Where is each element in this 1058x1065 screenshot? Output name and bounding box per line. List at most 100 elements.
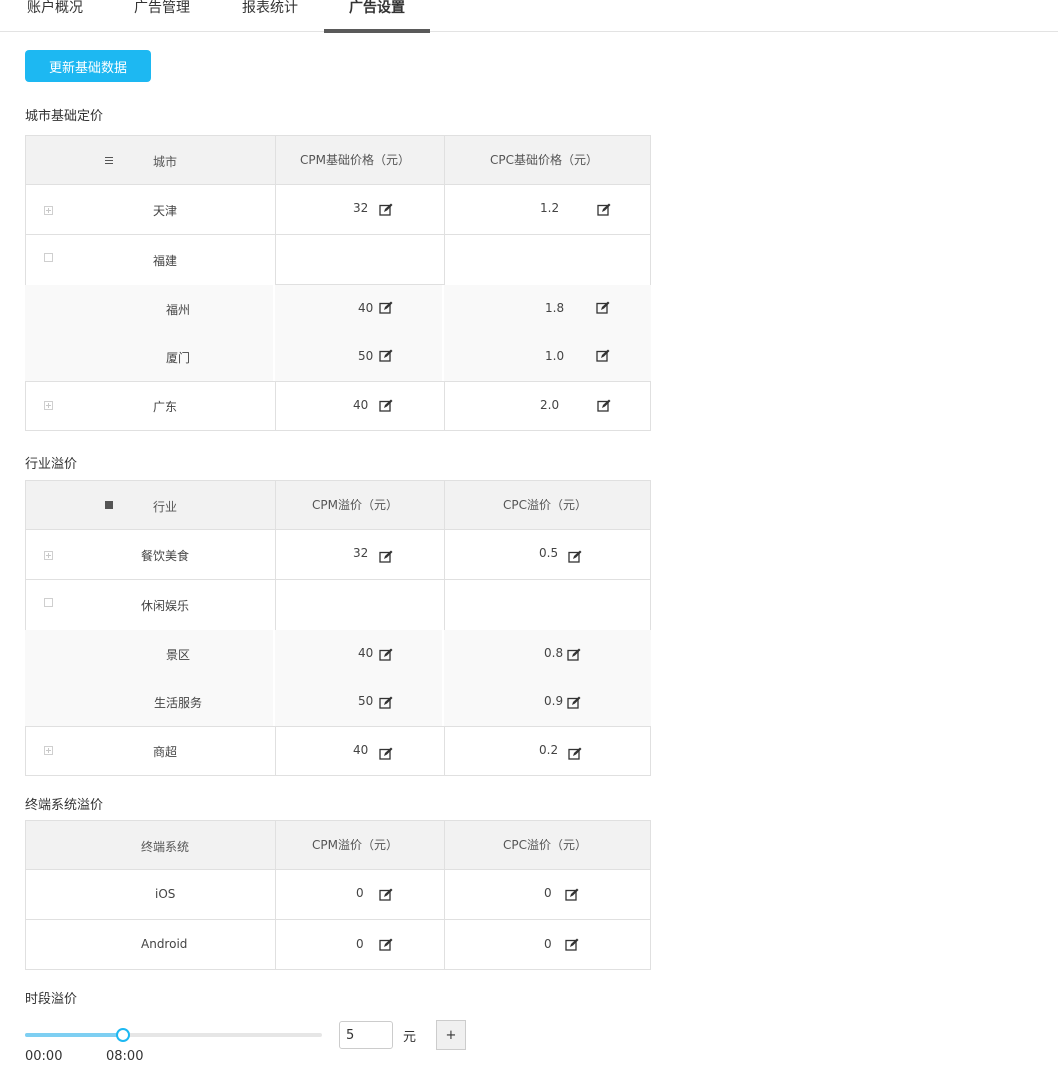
- table-row: 景区 40 0.8: [25, 630, 651, 678]
- list-icon[interactable]: [105, 157, 113, 164]
- table-row: 福州 40 1.8: [25, 285, 651, 333]
- header-cpc: CPC溢价（元）: [503, 498, 587, 512]
- edit-icon[interactable]: [379, 938, 393, 951]
- cpc-value: 0.5: [539, 546, 559, 560]
- edit-icon[interactable]: [379, 550, 393, 563]
- header-cpm: CPM溢价（元）: [312, 838, 398, 852]
- table-row: 休闲娱乐: [25, 580, 651, 630]
- row-name: 福建: [153, 254, 178, 268]
- edit-icon[interactable]: [379, 648, 393, 661]
- edit-icon[interactable]: [596, 301, 610, 314]
- row-name: 厦门: [166, 351, 191, 365]
- city-table: 城市 CPM基础价格（元） CPC基础价格（元） 天津 32 1.2 福建 福州…: [25, 135, 651, 431]
- table-row: 生活服务 50 0.9: [25, 678, 651, 726]
- header-cpm: CPM溢价（元）: [312, 498, 398, 512]
- expand-icon[interactable]: [44, 401, 53, 410]
- os-section-title: 终端系统溢价: [25, 798, 104, 813]
- cpc-value: 0.8: [544, 646, 564, 660]
- table-header: 城市 CPM基础价格（元） CPC基础价格（元）: [25, 135, 651, 185]
- cpm-value: 0: [356, 937, 364, 951]
- table-row: 天津 32 1.2: [25, 185, 651, 235]
- cpm-value: 32: [353, 546, 369, 560]
- table-header: 终端系统 CPM溢价（元） CPC溢价（元）: [25, 820, 651, 870]
- add-button[interactable]: +: [436, 1020, 466, 1050]
- time-section-title: 时段溢价: [25, 992, 78, 1007]
- cpm-value: 32: [353, 201, 369, 215]
- industry-section-title: 行业溢价: [25, 457, 78, 472]
- header-cpc: CPC基础价格（元）: [490, 153, 598, 167]
- row-name: 生活服务: [154, 696, 203, 710]
- header-cpm: CPM基础价格（元）: [300, 153, 410, 167]
- time-premium-input[interactable]: [339, 1021, 393, 1049]
- edit-icon[interactable]: [379, 888, 393, 901]
- table-row: 厦门 50 1.0: [25, 333, 651, 381]
- cpc-value: 1.0: [545, 349, 565, 363]
- edit-icon[interactable]: [597, 399, 611, 412]
- cpc-value: 0: [544, 937, 552, 951]
- table-row: 广东 40 2.0: [25, 381, 651, 431]
- cpm-value: 50: [358, 694, 374, 708]
- cpm-value: 40: [358, 301, 374, 315]
- table-row: 商超 40 0.2: [25, 726, 651, 776]
- header-city: 城市: [153, 155, 178, 169]
- collapse-icon[interactable]: [44, 598, 53, 607]
- cpm-value: 40: [353, 743, 369, 757]
- cpc-value: 0.2: [539, 743, 559, 757]
- edit-icon[interactable]: [379, 203, 393, 216]
- edit-icon[interactable]: [565, 888, 579, 901]
- row-name: 天津: [153, 204, 178, 218]
- cpc-value: 0.9: [544, 694, 564, 708]
- edit-icon[interactable]: [379, 301, 393, 314]
- cpm-value: 0: [356, 886, 364, 900]
- edit-icon[interactable]: [379, 747, 393, 760]
- cpm-value: 50: [358, 349, 374, 363]
- edit-icon[interactable]: [597, 203, 611, 216]
- header-cpc: CPC溢价（元）: [503, 838, 587, 852]
- edit-icon[interactable]: [379, 349, 393, 362]
- collapse-icon[interactable]: [44, 253, 53, 262]
- time-slider[interactable]: [25, 1028, 322, 1042]
- row-name: 福州: [166, 303, 191, 317]
- table-row: 餐饮美食 32 0.5: [25, 530, 651, 580]
- cpc-value: 0: [544, 886, 552, 900]
- industry-table: 行业 CPM溢价（元） CPC溢价（元） 餐饮美食 32 0.5 休闲娱乐 景区…: [25, 480, 651, 776]
- tab-bar: 账户概况 广告管理 报表统计 广告设置: [0, 0, 1058, 33]
- update-base-data-button[interactable]: 更新基础数据: [25, 50, 151, 82]
- expand-icon[interactable]: [44, 746, 53, 755]
- table-row: Android 0 0: [25, 920, 651, 970]
- tab-reports[interactable]: 报表统计: [240, 0, 300, 32]
- time-end-label: 08:00: [106, 1049, 144, 1064]
- cpm-value: 40: [353, 398, 369, 412]
- table-header: 行业 CPM溢价（元） CPC溢价（元）: [25, 480, 651, 530]
- select-all-icon[interactable]: [105, 501, 113, 509]
- edit-icon[interactable]: [568, 550, 582, 563]
- expand-icon[interactable]: [44, 206, 53, 215]
- edit-icon[interactable]: [568, 747, 582, 760]
- edit-icon[interactable]: [567, 696, 581, 709]
- cpc-value: 2.0: [540, 398, 560, 412]
- os-table: 终端系统 CPM溢价（元） CPC溢价（元） iOS 0 0 Android 0…: [25, 820, 651, 970]
- header-os: 终端系统: [141, 840, 190, 854]
- tab-account-overview[interactable]: 账户概况: [25, 0, 85, 32]
- cpc-value: 1.2: [540, 201, 560, 215]
- edit-icon[interactable]: [379, 399, 393, 412]
- tab-ad-management[interactable]: 广告管理: [132, 0, 192, 32]
- row-name: iOS: [155, 887, 176, 901]
- edit-icon[interactable]: [567, 648, 581, 661]
- slider-handle[interactable]: [116, 1028, 130, 1042]
- unit-label: 元: [403, 1030, 417, 1045]
- table-row: iOS 0 0: [25, 870, 651, 920]
- cpm-value: 40: [358, 646, 374, 660]
- row-name: Android: [141, 937, 188, 951]
- edit-icon[interactable]: [596, 349, 610, 362]
- row-name: 广东: [153, 400, 178, 414]
- edit-icon[interactable]: [565, 938, 579, 951]
- slider-fill: [25, 1033, 123, 1037]
- header-industry: 行业: [153, 500, 178, 514]
- row-name: 休闲娱乐: [141, 599, 190, 613]
- city-section-title: 城市基础定价: [25, 109, 104, 124]
- tab-ad-settings[interactable]: 广告设置: [324, 0, 430, 33]
- row-name: 景区: [166, 648, 191, 662]
- expand-icon[interactable]: [44, 551, 53, 560]
- edit-icon[interactable]: [379, 696, 393, 709]
